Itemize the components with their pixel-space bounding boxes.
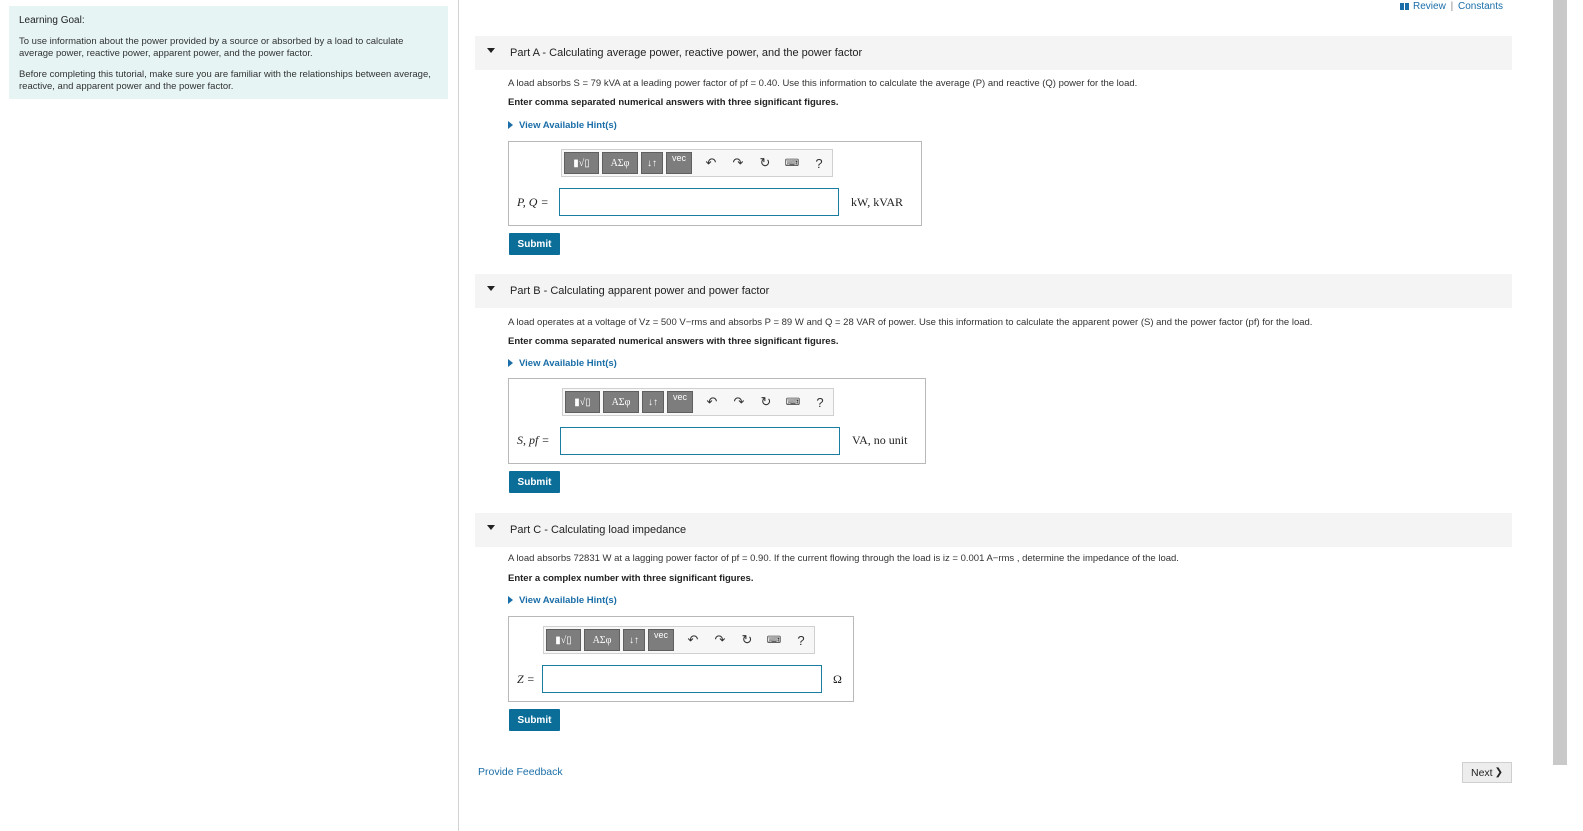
book-icon xyxy=(1400,2,1409,10)
keyboard-icon[interactable]: ⌨ xyxy=(763,629,785,651)
keyboard-icon[interactable]: ⌨ xyxy=(781,152,803,174)
keyboard-icon[interactable]: ⌨ xyxy=(782,391,804,413)
undo-icon[interactable]: ↶ xyxy=(700,152,722,174)
part-c-units: Ω xyxy=(833,672,842,686)
redo-icon[interactable]: ↷ xyxy=(728,391,750,413)
help-icon[interactable]: ? xyxy=(808,152,830,174)
arrows-button[interactable]: ↓↑ xyxy=(623,629,645,651)
part-c-question: A load absorbs 72831 W at a lagging powe… xyxy=(508,553,1179,564)
reset-icon[interactable]: ↻ xyxy=(754,152,776,174)
hint-expand-icon xyxy=(508,359,513,368)
part-c-header[interactable]: Part C - Calculating load impedance xyxy=(475,513,1512,547)
part-b-title: Part B - Calculating apparent power and … xyxy=(510,285,770,297)
part-c-hint-link[interactable]: View Available Hint(s) xyxy=(508,595,617,606)
provide-feedback-link[interactable]: Provide Feedback xyxy=(478,766,563,778)
part-a-input-label: P, Q = xyxy=(517,195,549,209)
reset-icon[interactable]: ↻ xyxy=(755,391,777,413)
templates-button[interactable]: ▮√▯ xyxy=(546,629,581,651)
part-c-title: Part C - Calculating load impedance xyxy=(510,524,687,536)
vec-button[interactable]: vec xyxy=(666,152,692,174)
part-a-header[interactable]: Part A - Calculating average power, reac… xyxy=(475,36,1512,70)
learning-goal-text: To use information about the power provi… xyxy=(19,36,404,59)
templates-button[interactable]: ▮√▯ xyxy=(564,152,599,174)
link-separator: | xyxy=(1450,1,1454,12)
arrows-button[interactable]: ↓↑ xyxy=(642,391,664,413)
collapse-caret-icon[interactable] xyxy=(487,48,495,53)
part-b-answer-box: ▮√▯ ΑΣφ ↓↑ vec ↶ ↷ ↻ ⌨ ? S, pf = VA, no … xyxy=(508,378,926,464)
chevron-right-icon: ❯ xyxy=(1494,767,1503,778)
collapse-caret-icon[interactable] xyxy=(487,286,495,291)
help-icon[interactable]: ? xyxy=(790,629,812,651)
help-icon[interactable]: ? xyxy=(809,391,831,413)
top-links: Review | Constants xyxy=(1400,1,1503,12)
constants-link[interactable]: Constants xyxy=(1458,1,1503,12)
part-b-header[interactable]: Part B - Calculating apparent power and … xyxy=(475,274,1512,308)
greek-button[interactable]: ΑΣφ xyxy=(602,152,638,174)
hint-expand-icon xyxy=(508,121,513,130)
scrollbar[interactable] xyxy=(1553,0,1567,765)
hint-label: View Available Hint(s) xyxy=(519,595,617,606)
part-b-submit-button[interactable]: Submit xyxy=(509,471,560,493)
undo-icon[interactable]: ↶ xyxy=(701,391,723,413)
greek-button[interactable]: ΑΣφ xyxy=(603,391,639,413)
redo-icon[interactable]: ↷ xyxy=(709,629,731,651)
part-b-instruction: Enter comma separated numerical answers … xyxy=(508,336,839,347)
part-c-submit-button[interactable]: Submit xyxy=(509,709,560,731)
part-c-answer-input[interactable] xyxy=(542,665,822,693)
review-link[interactable]: Review xyxy=(1413,1,1446,12)
part-a-units: kW, kVAR xyxy=(851,195,904,209)
part-a-submit-button[interactable]: Submit xyxy=(509,233,560,255)
math-toolbar: ▮√▯ ΑΣφ ↓↑ vec ↶ ↷ ↻ ⌨ ? xyxy=(562,388,834,416)
learning-goal-panel: Learning Goal: To use information about … xyxy=(9,6,448,99)
part-c-input-label: Z = xyxy=(517,672,535,686)
part-a-hint-link[interactable]: View Available Hint(s) xyxy=(508,120,617,131)
part-b-hint-link[interactable]: View Available Hint(s) xyxy=(508,358,617,369)
part-a-answer-box: ▮√▯ ΑΣφ ↓↑ vec ↶ ↷ ↻ ⌨ ? P, Q = kW, kVAR xyxy=(508,141,922,226)
part-c-answer-box: ▮√▯ ΑΣφ ↓↑ vec ↶ ↷ ↻ ⌨ ? Z = Ω xyxy=(508,616,854,702)
collapse-caret-icon[interactable] xyxy=(487,525,495,530)
undo-icon[interactable]: ↶ xyxy=(682,629,704,651)
hint-expand-icon xyxy=(508,596,513,605)
part-a-question: A load absorbs S = 79 kVA at a leading p… xyxy=(508,78,1138,89)
part-a-answer-input[interactable] xyxy=(559,188,839,216)
next-label: Next xyxy=(1471,766,1493,779)
learning-goal-heading: Learning Goal: xyxy=(19,15,85,26)
hint-label: View Available Hint(s) xyxy=(519,120,617,131)
part-a-instruction: Enter comma separated numerical answers … xyxy=(508,97,839,108)
reset-icon[interactable]: ↻ xyxy=(736,629,758,651)
greek-button[interactable]: ΑΣφ xyxy=(584,629,620,651)
hint-label: View Available Hint(s) xyxy=(519,358,617,369)
math-toolbar: ▮√▯ ΑΣφ ↓↑ vec ↶ ↷ ↻ ⌨ ? xyxy=(561,149,833,177)
math-toolbar: ▮√▯ ΑΣφ ↓↑ vec ↶ ↷ ↻ ⌨ ? xyxy=(543,626,815,654)
part-b-input-label: S, pf = xyxy=(517,433,550,447)
part-b-answer-input[interactable] xyxy=(560,427,840,455)
part-b-question: A load operates at a voltage of Vz = 500… xyxy=(508,317,1313,328)
vec-button[interactable]: vec xyxy=(648,629,674,651)
learning-goal-prereq: Before completing this tutorial, make su… xyxy=(19,69,431,92)
arrows-button[interactable]: ↓↑ xyxy=(641,152,663,174)
panel-divider xyxy=(458,0,459,831)
part-b-units: VA, no unit xyxy=(852,433,908,447)
part-a-title: Part A - Calculating average power, reac… xyxy=(510,47,863,59)
part-c-instruction: Enter a complex number with three signif… xyxy=(508,573,754,584)
next-button[interactable]: Next ❯ xyxy=(1462,762,1512,783)
vec-button[interactable]: vec xyxy=(667,391,693,413)
templates-button[interactable]: ▮√▯ xyxy=(565,391,600,413)
redo-icon[interactable]: ↷ xyxy=(727,152,749,174)
